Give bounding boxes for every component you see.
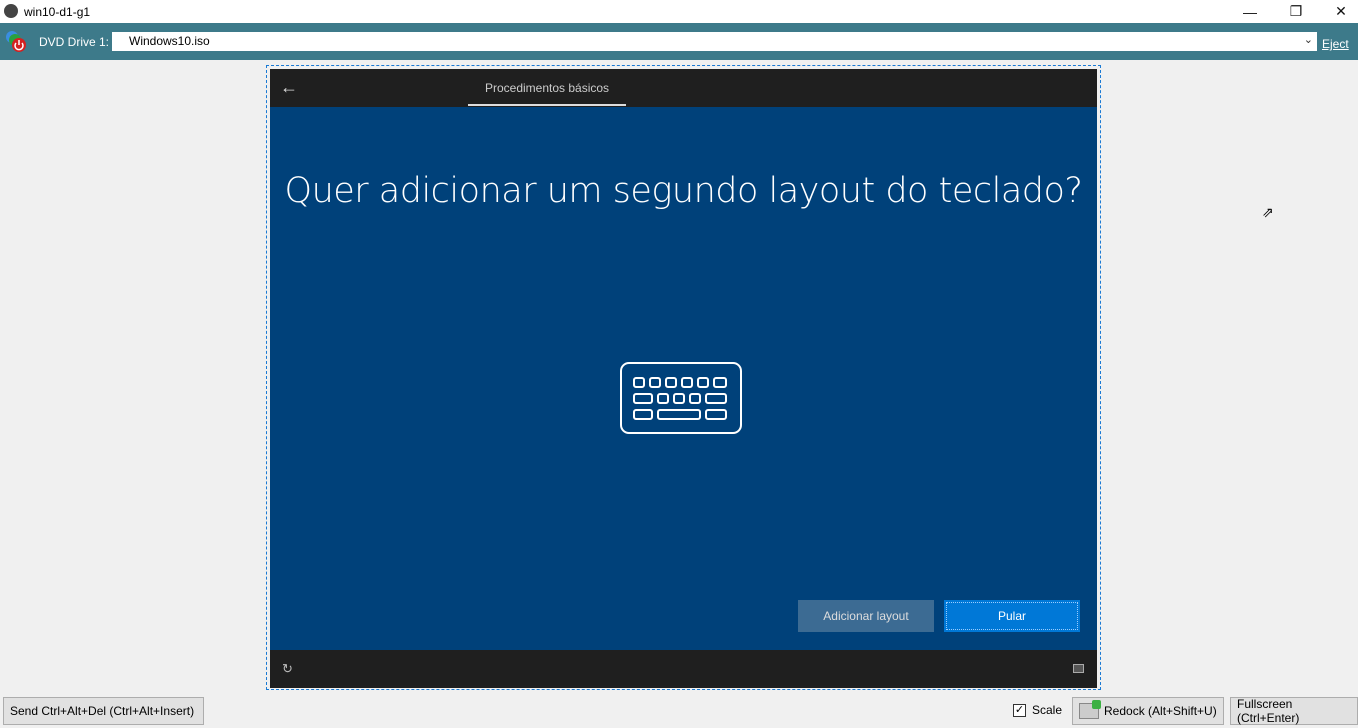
vm-screen[interactable]: ← Procedimentos básicos Quer adicionar u… [270, 69, 1097, 688]
send-ctrl-alt-del-button[interactable]: Send Ctrl+Alt+Del (Ctrl+Alt+Insert) [3, 697, 204, 725]
mouse-cursor-icon: ⇗ [1262, 204, 1274, 220]
chevron-down-icon[interactable]: ⌄ [1304, 33, 1313, 46]
vm-display[interactable]: ← Procedimentos básicos Quer adicionar u… [266, 65, 1101, 690]
close-button[interactable]: ✕ [1318, 0, 1358, 23]
skip-button[interactable]: Pular [944, 600, 1080, 632]
window-title: win10-d1-g1 [24, 4, 91, 19]
back-arrow-icon[interactable]: ← [280, 77, 298, 98]
oobe-header: ← Procedimentos básicos [270, 69, 1097, 107]
title-bar: win10-d1-g1 — ❐ ✕ [0, 0, 1358, 23]
redock-label: Redock (Alt+Shift+U) [1104, 704, 1217, 718]
tab-underline [468, 104, 626, 106]
scale-checkbox[interactable]: ✓ Scale [1013, 703, 1062, 717]
redock-icon [1079, 700, 1101, 719]
dvd-power-icon[interactable] [5, 29, 27, 53]
oobe-footer: ↻ [270, 650, 1097, 688]
accessibility-icon[interactable]: ↻ [282, 661, 293, 677]
dvd-drive-label: DVD Drive 1: [39, 35, 110, 49]
keyboard-icon [620, 362, 742, 434]
redock-button[interactable]: Redock (Alt+Shift+U) [1072, 697, 1224, 725]
iso-select[interactable]: Windows10.iso ⌄ [112, 32, 1317, 51]
app-icon [4, 4, 18, 18]
minimize-button[interactable]: — [1227, 0, 1273, 23]
toolbar: DVD Drive 1: Windows10.iso ⌄ Eject [0, 23, 1358, 60]
keyboard-layout-icon[interactable] [1073, 664, 1084, 673]
page-title: Quer adicionar um segundo layout do tecl… [284, 171, 1083, 211]
iso-value: Windows10.iso [129, 34, 210, 48]
restore-button[interactable]: ❐ [1273, 0, 1319, 23]
eject-link[interactable]: Eject [1322, 37, 1349, 51]
checkbox-check-icon[interactable]: ✓ [1013, 703, 1026, 717]
fullscreen-button[interactable]: Fullscreen (Ctrl+Enter) [1230, 697, 1358, 725]
tab-basics[interactable]: Procedimentos básicos [468, 81, 626, 95]
scale-label: Scale [1032, 703, 1063, 717]
add-layout-button[interactable]: Adicionar layout [798, 600, 934, 632]
